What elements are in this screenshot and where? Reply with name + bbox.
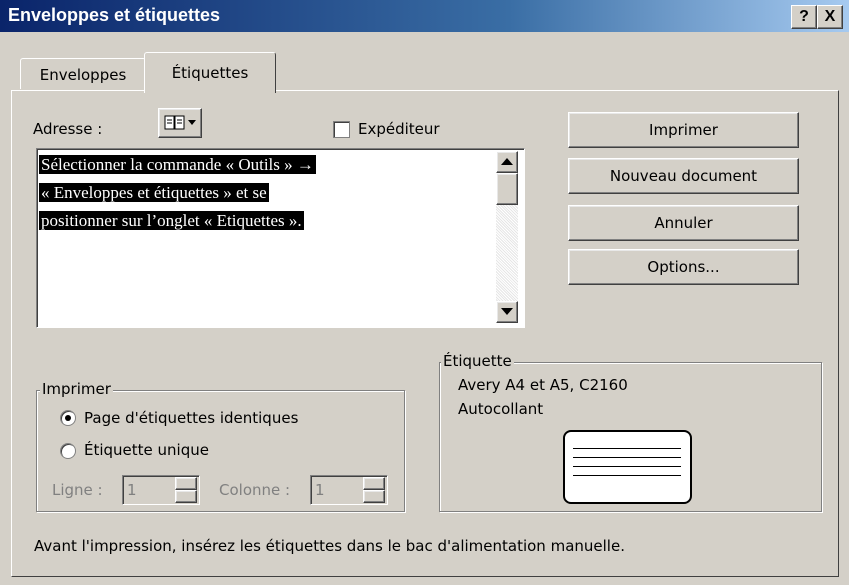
col-label: Colonne : (219, 481, 291, 499)
col-spinner[interactable]: 1 (310, 475, 388, 505)
help-button[interactable]: ? (791, 5, 817, 29)
address-line-2: « Enveloppes et étiquettes » et se (39, 183, 269, 202)
row-spinner[interactable]: 1 (122, 475, 200, 505)
footer-hint: Avant l'impression, insérez les étiquett… (34, 537, 625, 555)
address-text: Sélectionner la commande « Outils » → « … (39, 151, 316, 235)
label-product: Avery A4 et A5, C2160 (458, 376, 628, 394)
label-group-legend: Étiquette (441, 352, 514, 370)
address-line-1: Sélectionner la commande « Outils » → (39, 155, 316, 174)
scroll-down-button[interactable] (496, 301, 518, 323)
cancel-button[interactable]: Annuler (568, 205, 799, 241)
arrow-down-icon (501, 308, 513, 315)
radio-full-page-label: Page d'étiquettes identiques (84, 409, 299, 427)
row-spin-down[interactable] (175, 490, 197, 503)
label-preview-icon[interactable] (563, 430, 692, 504)
new-document-button[interactable]: Nouveau document (568, 158, 799, 194)
row-label: Ligne : (52, 481, 103, 499)
sender-checkbox[interactable] (333, 121, 350, 138)
col-value: 1 (315, 481, 325, 499)
scroll-thumb[interactable] (496, 173, 518, 205)
close-button[interactable]: X (817, 5, 843, 29)
tab-etiquettes[interactable]: Étiquettes (144, 52, 276, 93)
address-textarea[interactable]: Sélectionner la commande « Outils » → « … (36, 148, 525, 328)
print-group-legend: Imprimer (40, 380, 113, 398)
radio-single-label-text: Étiquette unique (84, 441, 209, 459)
col-spin-down[interactable] (363, 490, 385, 503)
address-label: Adresse : (33, 120, 103, 138)
col-spin-up[interactable] (363, 477, 385, 490)
scroll-up-button[interactable] (496, 151, 518, 173)
address-book-icon (164, 115, 185, 130)
radio-selected-dot (65, 415, 71, 421)
options-button[interactable]: Options... (568, 249, 799, 285)
row-value: 1 (127, 481, 137, 499)
tab-enveloppes-label: Enveloppes (39, 66, 127, 84)
dropdown-arrow-icon (188, 120, 196, 125)
print-button[interactable]: Imprimer (568, 112, 799, 148)
address-line-3: positionner sur l’onglet « Etiquettes ». (39, 211, 304, 230)
window-title: Enveloppes et étiquettes (8, 5, 221, 25)
arrow-up-icon (501, 158, 513, 165)
tab-etiquettes-label: Étiquettes (171, 64, 249, 82)
sender-checkbox-label: Expéditeur (358, 120, 440, 138)
tab-enveloppes[interactable]: Enveloppes (20, 58, 146, 89)
title-bar: Enveloppes et étiquettes ? X (0, 0, 849, 32)
radio-single-label[interactable] (60, 443, 76, 459)
row-spin-up[interactable] (175, 477, 197, 490)
address-book-button[interactable] (158, 108, 202, 138)
label-type: Autocollant (458, 400, 544, 418)
address-scrollbar[interactable] (496, 151, 518, 323)
radio-full-page[interactable] (60, 410, 76, 426)
